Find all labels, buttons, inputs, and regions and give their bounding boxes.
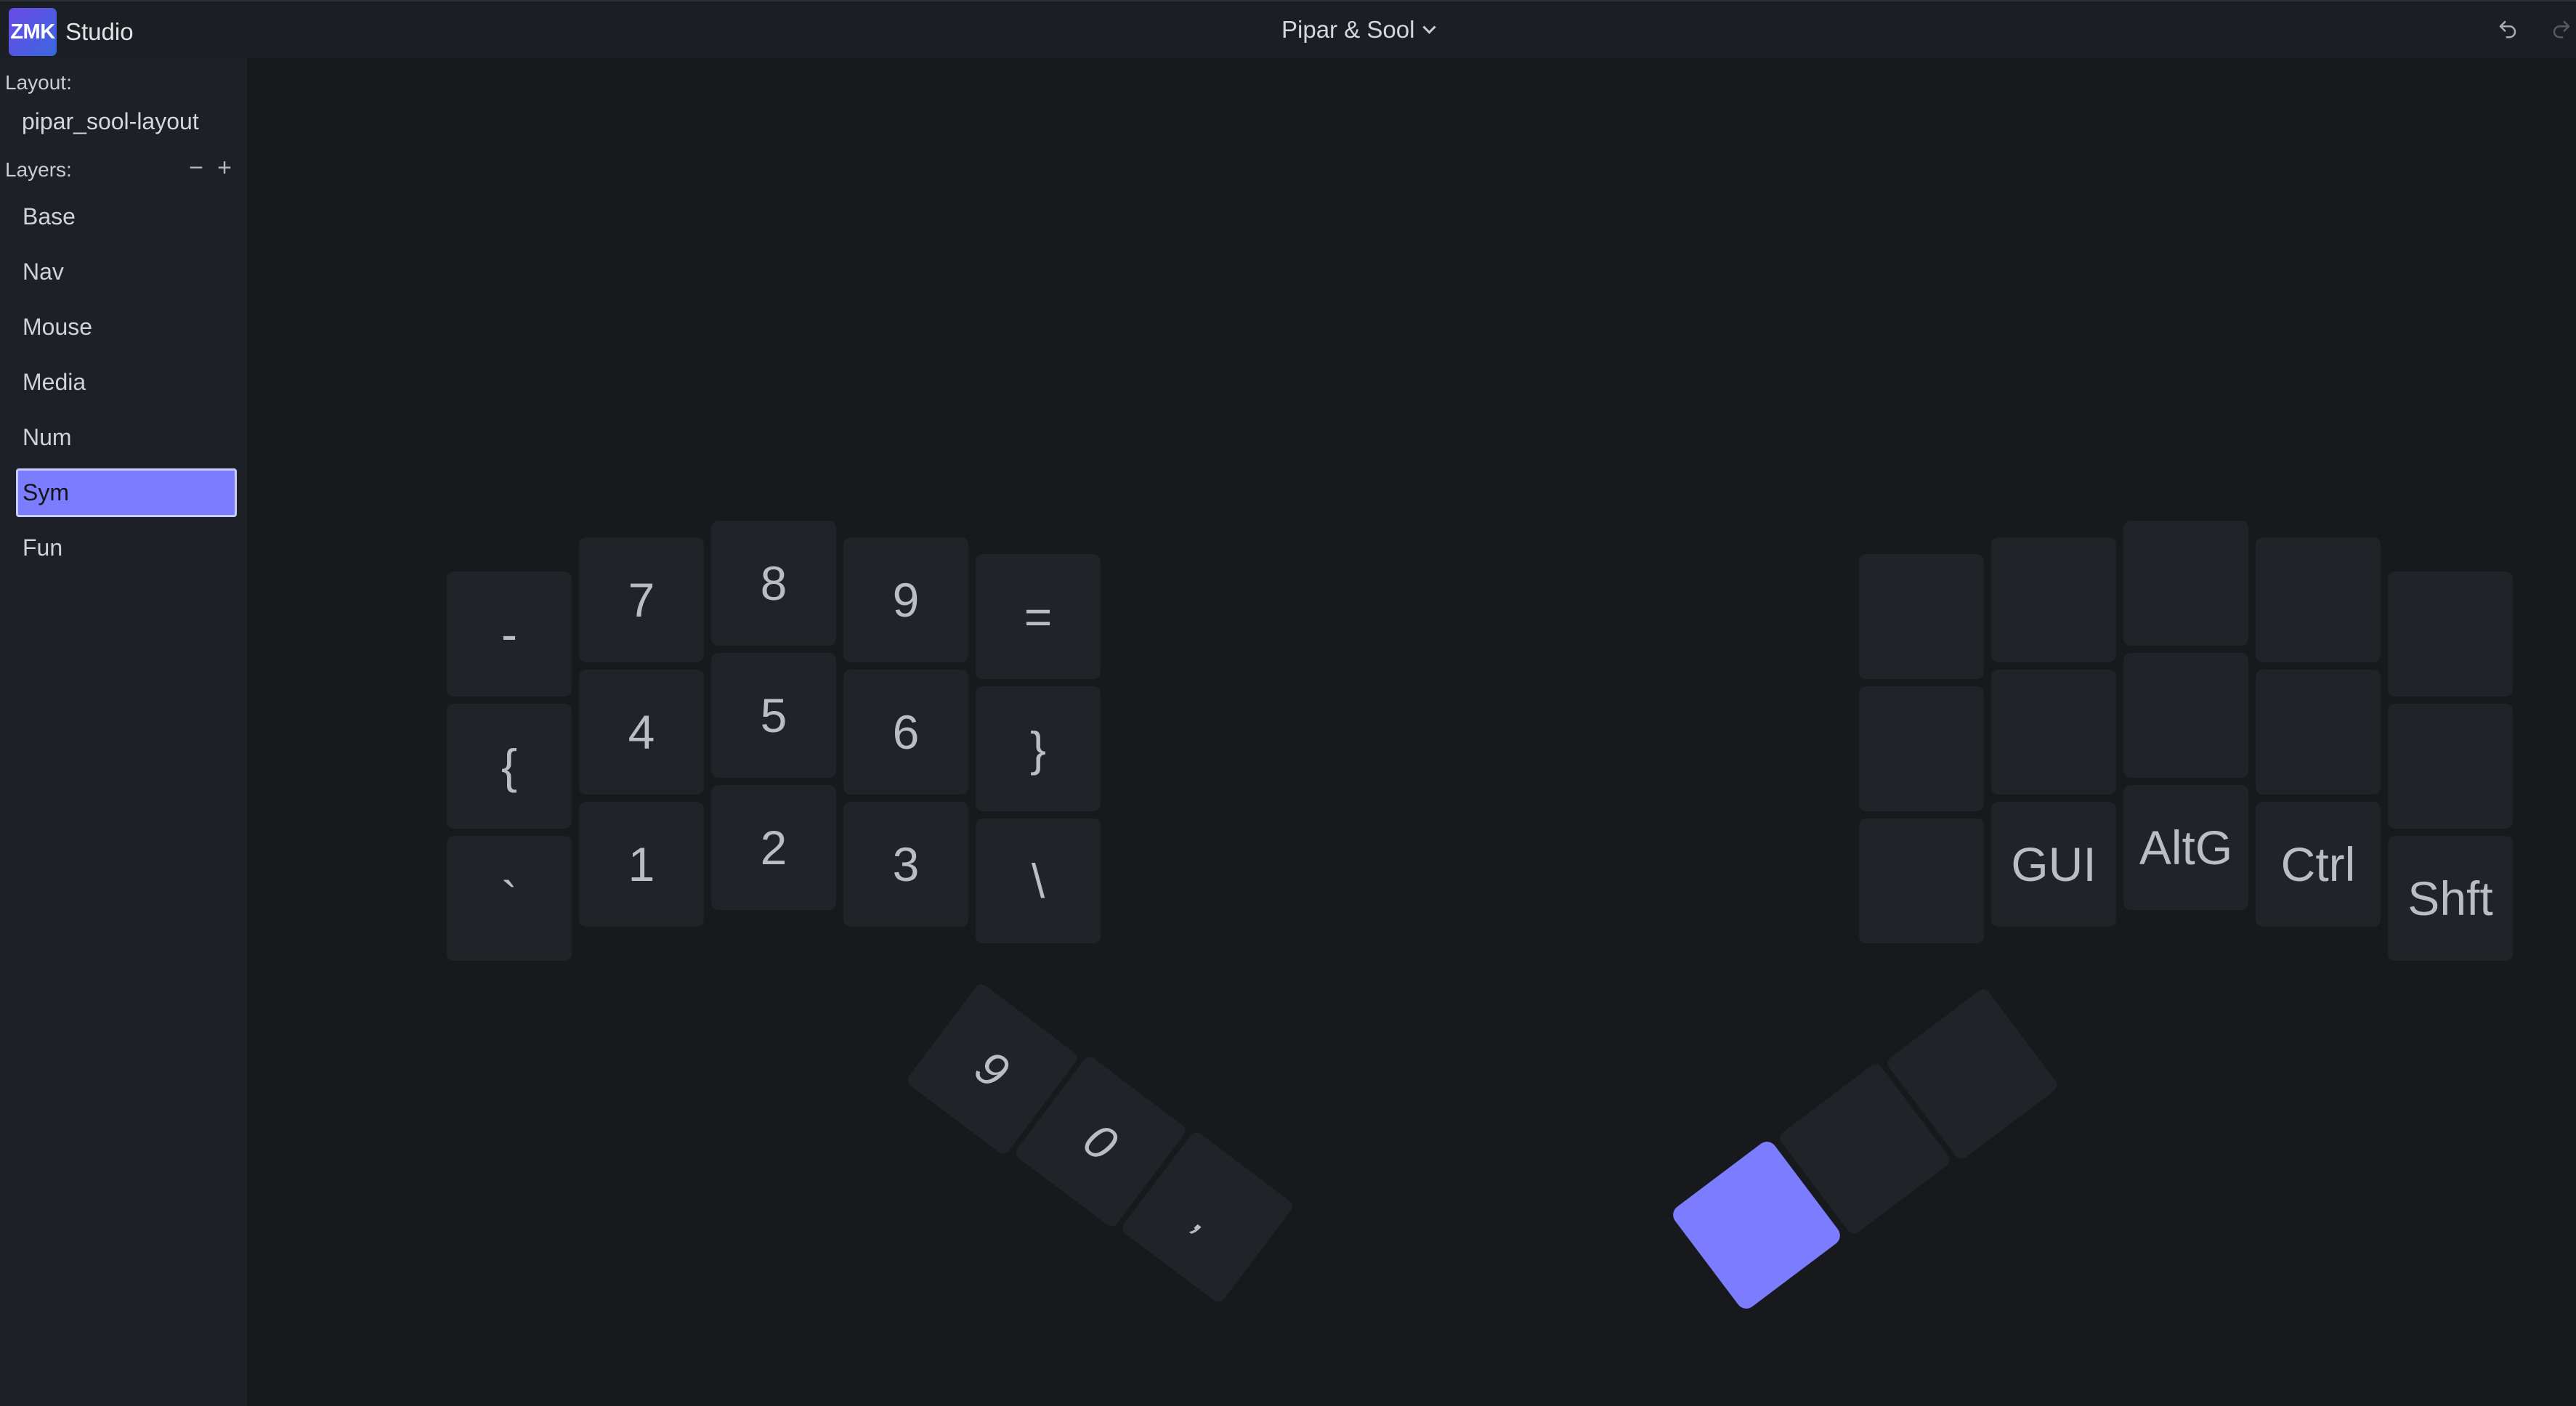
key-left-r1-c3[interactable]: 6: [843, 670, 968, 795]
key-right-r0-c3[interactable]: [2256, 537, 2381, 662]
add-layer-button[interactable]: +: [213, 155, 236, 180]
zmk-logo: ZMK: [9, 8, 57, 56]
key-left-r0-c3[interactable]: 9: [843, 537, 968, 662]
key-left-r0-c0[interactable]: -: [447, 572, 572, 696]
layer-item-base[interactable]: Base: [16, 192, 237, 241]
key-left-r0-c2[interactable]: 8: [711, 521, 836, 646]
layer-item-num[interactable]: Num: [16, 413, 237, 462]
layer-item-media[interactable]: Media: [16, 358, 237, 407]
layout-label: Layout:: [5, 71, 72, 94]
layer-item-fun[interactable]: Fun: [16, 524, 237, 572]
key-right-r2-c1[interactable]: GUI: [1991, 802, 2116, 927]
key-left-r2-c4[interactable]: \: [976, 818, 1101, 943]
key-left-r1-c2[interactable]: 5: [711, 653, 836, 778]
layer-item-mouse[interactable]: Mouse: [16, 303, 237, 352]
layer-item-nav[interactable]: Nav: [16, 248, 237, 296]
key-left-r0-c4[interactable]: =: [976, 554, 1101, 679]
key-left-r0-c1[interactable]: 7: [579, 537, 704, 662]
layer-item-sym[interactable]: Sym: [16, 468, 237, 517]
key-left-r1-c4[interactable]: }: [976, 686, 1101, 811]
keyboard-name: Pipar & Sool: [1281, 16, 1415, 43]
undo-icon: [2499, 20, 2516, 38]
key-right-r2-c2[interactable]: AltG: [2123, 785, 2248, 910]
key-right-r1-c1[interactable]: [1991, 670, 2116, 795]
key-left-r1-c1[interactable]: 4: [579, 670, 704, 795]
key-right-r2-c4[interactable]: Shft: [2388, 836, 2513, 961]
key-left-r2-c3[interactable]: 3: [843, 802, 968, 927]
key-right-r2-c0[interactable]: [1859, 818, 1984, 943]
title-bar: ZMK Studio Pipar & Sool: [0, 0, 2576, 58]
key-right-r1-c3[interactable]: [2256, 670, 2381, 795]
brand: ZMK Studio: [9, 8, 134, 56]
key-right-r0-c2[interactable]: [2123, 521, 2248, 646]
key-right-r1-c2[interactable]: [2123, 653, 2248, 778]
key-right-r1-c4[interactable]: [2388, 704, 2513, 829]
key-right-r1-c0[interactable]: [1859, 686, 1984, 811]
app-name: Studio: [65, 18, 134, 45]
key-left-r2-c2[interactable]: 2: [711, 785, 836, 910]
key-right-r0-c4[interactable]: [2388, 572, 2513, 696]
undo-button[interactable]: [2495, 16, 2521, 42]
chevron-down-icon: [1422, 20, 1437, 34]
redo-button[interactable]: [2548, 16, 2575, 42]
keyboard-selector[interactable]: Pipar & Sool: [1281, 16, 1437, 44]
key-right-r0-c1[interactable]: [1991, 537, 2116, 662]
remove-layer-button[interactable]: −: [185, 155, 208, 180]
sidebar: Layout: pipar_sool-layout Layers: − + Ba…: [0, 58, 247, 1406]
key-left-r1-c0[interactable]: {: [447, 704, 572, 829]
key-right-r0-c0[interactable]: [1859, 554, 1984, 679]
layers-label: Layers:: [5, 158, 72, 181]
keymap-canvas: - 7 8 9 = { 4 5 6 } ` 1 2 3 \ 9 0 , GUI …: [247, 58, 2576, 1406]
layout-name[interactable]: pipar_sool-layout: [22, 108, 199, 135]
key-left-r2-c0[interactable]: `: [447, 836, 572, 961]
key-right-r2-c3[interactable]: Ctrl: [2256, 802, 2381, 927]
key-left-r2-c1[interactable]: 1: [579, 802, 704, 927]
redo-icon: [2553, 20, 2570, 38]
